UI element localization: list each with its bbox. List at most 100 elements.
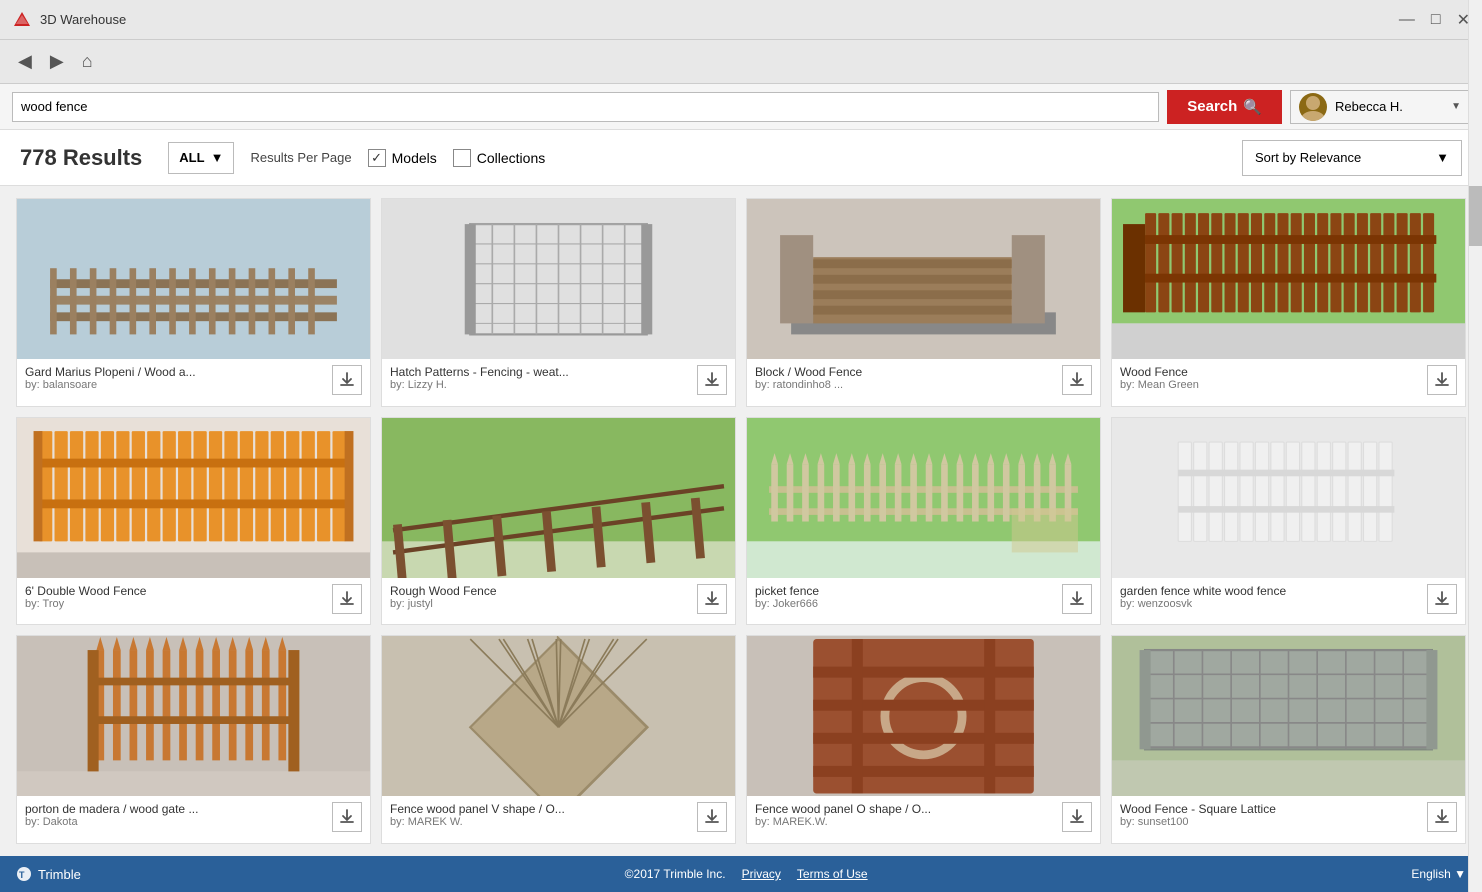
model-author: by: balansoare — [25, 379, 332, 391]
download-icon — [338, 371, 356, 389]
models-checkbox[interactable]: ✓ Models — [368, 149, 437, 167]
app-title: 3D Warehouse — [40, 12, 126, 27]
model-info: Fence wood panel V shape / O...by: MAREK… — [382, 796, 735, 838]
model-card[interactable]: Wood Fenceby: Mean Green — [1111, 198, 1466, 407]
download-button[interactable] — [1427, 802, 1457, 832]
footer-copyright: ©2017 Trimble Inc. — [625, 867, 726, 881]
download-button[interactable] — [1062, 365, 1092, 395]
download-button[interactable] — [332, 365, 362, 395]
model-author: by: MAREK W. — [390, 816, 697, 828]
model-card[interactable]: porton de madera / wood gate ...by: Dako… — [16, 635, 371, 844]
model-name: Fence wood panel O shape / O... — [755, 802, 1062, 816]
model-name: 6' Double Wood Fence — [25, 584, 332, 598]
user-dropdown[interactable]: Rebecca H. ▼ — [1290, 90, 1470, 124]
download-button[interactable] — [697, 584, 727, 614]
model-author: by: justyl — [390, 598, 697, 610]
download-button[interactable] — [1062, 584, 1092, 614]
model-name: Block / Wood Fence — [755, 365, 1062, 379]
model-text: porton de madera / wood gate ...by: Dako… — [25, 802, 332, 828]
back-button[interactable]: ◀ — [12, 49, 38, 74]
model-info: Wood Fenceby: Mean Green — [1112, 359, 1465, 401]
download-icon — [1433, 808, 1451, 826]
model-card[interactable]: Fence wood panel V shape / O...by: MAREK… — [381, 635, 736, 844]
model-text: picket fenceby: Joker666 — [755, 584, 1062, 610]
model-text: Block / Wood Fenceby: ratondinho8 ... — [755, 365, 1062, 391]
model-card[interactable]: garden fence white wood fenceby: wenzoos… — [1111, 417, 1466, 626]
model-text: 6' Double Wood Fenceby: Troy — [25, 584, 332, 610]
model-card[interactable]: Hatch Patterns - Fencing - weat...by: Li… — [381, 198, 736, 407]
user-dropdown-arrow-icon: ▼ — [1451, 101, 1461, 112]
model-card[interactable]: Rough Wood Fenceby: justyl — [381, 417, 736, 626]
collections-checkbox[interactable]: Collections — [453, 149, 545, 167]
model-info: 6' Double Wood Fenceby: Troy — [17, 578, 370, 620]
model-thumbnail — [747, 199, 1100, 359]
search-button[interactable]: Search 🔍 — [1167, 90, 1282, 124]
all-label: ALL — [179, 150, 204, 165]
search-icon: 🔍 — [1243, 98, 1262, 116]
model-thumbnail — [1112, 418, 1465, 578]
search-input[interactable] — [12, 92, 1159, 122]
search-label: Search — [1187, 98, 1237, 115]
model-name: Wood Fence — [1120, 365, 1427, 379]
download-button[interactable] — [697, 802, 727, 832]
footer-brand: Trimble — [38, 867, 81, 882]
download-button[interactable] — [1062, 802, 1092, 832]
model-author: by: Mean Green — [1120, 379, 1427, 391]
maximize-icon[interactable]: □ — [1431, 11, 1441, 29]
model-text: Fence wood panel V shape / O...by: MAREK… — [390, 802, 697, 828]
language-dropdown-arrow-icon: ▼ — [1454, 867, 1466, 881]
model-info: Fence wood panel O shape / O...by: MAREK… — [747, 796, 1100, 838]
model-card[interactable]: 6' Double Wood Fenceby: Troy — [16, 417, 371, 626]
model-text: garden fence white wood fenceby: wenzoos… — [1120, 584, 1427, 610]
model-author: by: MAREK.W. — [755, 816, 1062, 828]
model-name: Rough Wood Fence — [390, 584, 697, 598]
download-button[interactable] — [332, 584, 362, 614]
model-card[interactable]: Gard Marius Plopeni / Wood a...by: balan… — [16, 198, 371, 407]
footer-terms-link[interactable]: Terms of Use — [797, 867, 868, 881]
model-author: by: Dakota — [25, 816, 332, 828]
model-author: by: Lizzy H. — [390, 379, 697, 391]
model-info: Rough Wood Fenceby: justyl — [382, 578, 735, 620]
model-card[interactable]: Wood Fence - Square Latticeby: sunset100 — [1111, 635, 1466, 844]
sort-dropdown[interactable]: Sort by Relevance ▼ — [1242, 140, 1462, 176]
search-bar: Search 🔍 Rebecca H. ▼ — [0, 84, 1482, 130]
scrollbar-thumb[interactable] — [1469, 186, 1482, 246]
model-info: Wood Fence - Square Latticeby: sunset100 — [1112, 796, 1465, 838]
download-icon — [1433, 371, 1451, 389]
model-author: by: ratondinho8 ... — [755, 379, 1062, 391]
minimize-icon[interactable]: ― — [1399, 11, 1415, 29]
model-card[interactable]: Fence wood panel O shape / O...by: MAREK… — [746, 635, 1101, 844]
sort-dropdown-arrow-icon: ▼ — [1436, 150, 1449, 165]
sort-label: Sort by Relevance — [1255, 150, 1361, 165]
trimble-logo-icon: T — [16, 866, 32, 882]
model-name: garden fence white wood fence — [1120, 584, 1427, 598]
model-card[interactable]: Block / Wood Fenceby: ratondinho8 ... — [746, 198, 1101, 407]
download-button[interactable] — [1427, 365, 1457, 395]
model-thumbnail — [1112, 636, 1465, 796]
model-name: Gard Marius Plopeni / Wood a... — [25, 365, 332, 379]
footer-privacy-link[interactable]: Privacy — [742, 867, 781, 881]
model-info: garden fence white wood fenceby: wenzoos… — [1112, 578, 1465, 620]
footer-language: English ▼ — [1411, 867, 1466, 881]
svg-text:T: T — [19, 870, 25, 880]
all-filter-dropdown[interactable]: ALL ▼ — [168, 142, 234, 174]
model-text: Gard Marius Plopeni / Wood a...by: balan… — [25, 365, 332, 391]
model-text: Hatch Patterns - Fencing - weat...by: Li… — [390, 365, 697, 391]
title-bar: 3D Warehouse ― □ ✕ — [0, 0, 1482, 40]
model-info: Gard Marius Plopeni / Wood a...by: balan… — [17, 359, 370, 401]
language-label: English — [1411, 867, 1450, 881]
user-avatar — [1299, 93, 1327, 121]
download-button[interactable] — [1427, 584, 1457, 614]
app-logo-icon — [12, 10, 32, 30]
model-thumbnail — [1112, 199, 1465, 359]
home-button[interactable]: ⌂ — [76, 49, 99, 74]
models-label: Models — [392, 150, 437, 166]
forward-button[interactable]: ▶ — [44, 49, 70, 74]
avatar-image — [1299, 93, 1327, 121]
model-card[interactable]: picket fenceby: Joker666 — [746, 417, 1101, 626]
model-thumbnail — [17, 636, 370, 796]
download-button[interactable] — [697, 365, 727, 395]
download-icon — [338, 808, 356, 826]
download-button[interactable] — [332, 802, 362, 832]
model-text: Wood Fence - Square Latticeby: sunset100 — [1120, 802, 1427, 828]
